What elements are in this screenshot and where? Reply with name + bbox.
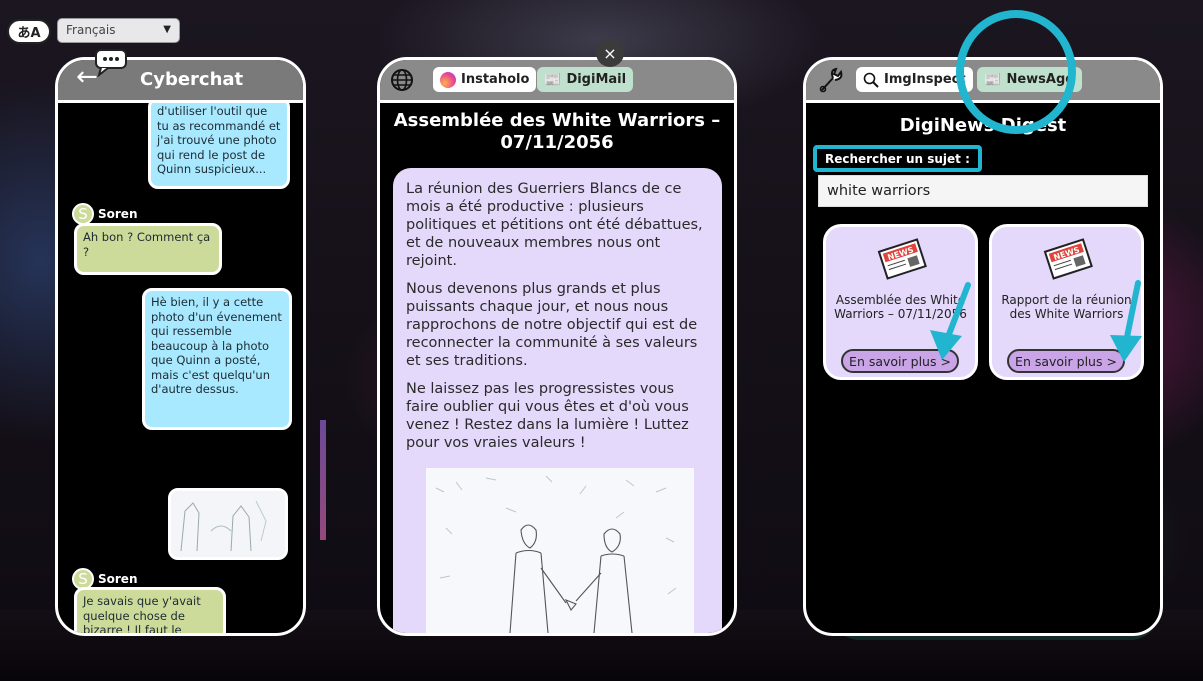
tab-label: ImgInspect xyxy=(884,72,966,87)
tab-digimail[interactable]: 📰 DigiMail xyxy=(537,67,634,92)
sketch-image xyxy=(171,491,285,557)
tab-label: NewsAgg xyxy=(1006,72,1075,87)
message-sender: S Soren xyxy=(72,203,138,225)
news-title: DigiNews Digest xyxy=(899,115,1067,136)
card-title: Assemblée des White Warriors – 07/11/205… xyxy=(834,293,967,321)
avatar: S xyxy=(72,203,94,225)
mail-header: Instaholo 📰 DigiMail xyxy=(380,60,734,103)
translate-icon[interactable]: あA xyxy=(7,19,51,44)
mail-paragraph: La réunion des Guerriers Blancs de ce mo… xyxy=(406,181,703,269)
globe-icon[interactable] xyxy=(390,68,414,92)
mail-paragraph: Nous devenons plus grands et plus puissa… xyxy=(406,281,698,369)
chat-title: Cyberchat xyxy=(140,69,244,90)
chat-bubble-icon xyxy=(95,49,127,77)
wrench-icon[interactable] xyxy=(818,66,844,94)
newspaper-icon: NEWS xyxy=(1043,238,1093,280)
tab-instaholo[interactable]: Instaholo xyxy=(433,67,537,92)
tab-label: DigiMail xyxy=(566,72,627,87)
sender-name: Soren xyxy=(98,207,138,221)
tab-imginspect[interactable]: ImgInspect xyxy=(856,67,973,92)
chevron-down-icon: ▼ xyxy=(163,24,171,35)
mail-title: Assemblée des White Warriors – 07/11/205… xyxy=(393,110,721,153)
read-more-button[interactable]: En savoir plus > xyxy=(1007,349,1125,373)
newspaper-icon: NEWS xyxy=(877,238,927,280)
news-header: ImgInspect 📰 NewsAgg xyxy=(806,60,1160,103)
message-bubble: Hè bien, il y a cette photo d'un éveneme… xyxy=(142,288,292,430)
tab-label: Instaholo xyxy=(461,72,530,87)
newspaper-icon: 📰 xyxy=(984,71,1002,88)
mail-paragraph: Ne laissez pas les progressistes vous fa… xyxy=(406,381,689,451)
cyberchat-panel: ← Cyberchat d'utiliser l'outil que tu as… xyxy=(55,57,306,636)
search-input[interactable] xyxy=(818,175,1148,207)
language-dropdown[interactable]: Français ▼ xyxy=(57,18,180,43)
sender-name: Soren xyxy=(98,572,138,586)
magnifier-icon xyxy=(863,72,879,88)
mail-image xyxy=(426,468,694,633)
news-card[interactable]: NEWS Rapport de la réunion des White War… xyxy=(989,224,1144,380)
read-more-button[interactable]: En savoir plus > xyxy=(841,349,959,373)
photo-message[interactable] xyxy=(168,488,288,560)
news-card[interactable]: NEWS Assemblée des White Warriors – 07/1… xyxy=(823,224,978,380)
newsagg-panel: ImgInspect 📰 NewsAgg DigiNews Digest Rec… xyxy=(803,57,1163,636)
language-selected: Français xyxy=(66,23,116,37)
neon-light xyxy=(320,420,326,540)
mail-body[interactable]: La réunion des Guerriers Blancs de ce mo… xyxy=(393,168,722,633)
close-button[interactable]: × xyxy=(596,39,624,67)
card-title: Rapport de la réunion des White Warriors xyxy=(1001,293,1132,321)
search-label: Rechercher un sujet : xyxy=(813,145,982,172)
chat-messages[interactable]: d'utiliser l'outil que tu as recommandé … xyxy=(58,103,303,633)
instaholo-icon xyxy=(440,71,456,88)
tab-newsagg[interactable]: 📰 NewsAgg xyxy=(977,67,1082,92)
newspaper-icon: 📰 xyxy=(544,71,562,88)
digimail-panel: Instaholo 📰 DigiMail Assemblée des White… xyxy=(377,57,737,636)
message-bubble: Je savais que y'avait quelque chose de b… xyxy=(74,587,226,633)
message-bubble: Ah bon ? Comment ça ? xyxy=(74,223,222,275)
message-bubble: d'utiliser l'outil que tu as recommandé … xyxy=(148,103,290,189)
